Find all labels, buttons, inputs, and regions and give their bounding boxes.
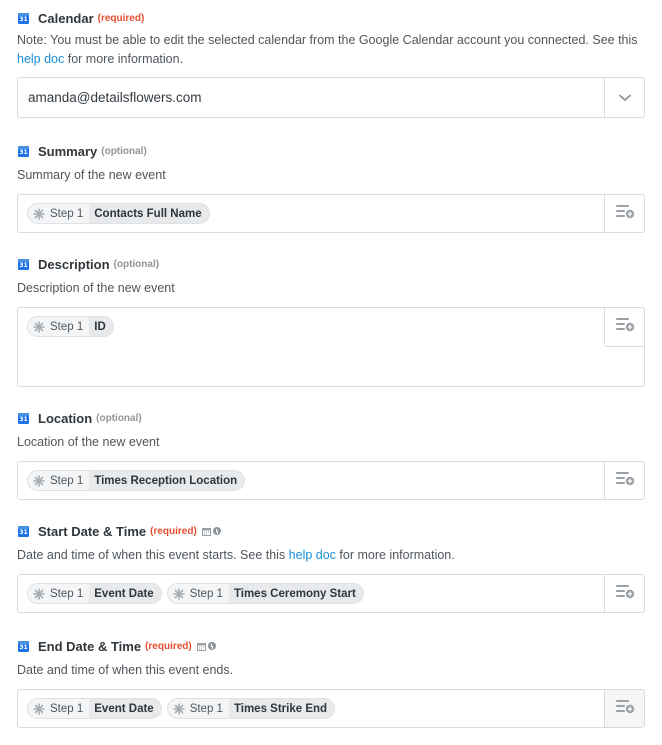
chevron-down-icon	[618, 94, 631, 101]
start-datetime-label: Start Date & Time	[38, 523, 147, 539]
calendar-field: 31 Calendar (required) Note: You must be…	[17, 9, 645, 118]
required-tag: (required)	[145, 640, 192, 652]
end-datetime-label: End Date & Time	[38, 638, 142, 654]
start-datetime-input-content[interactable]: Step 1 Event Date Step 1 Times Ceremony …	[18, 575, 604, 612]
gear-icon	[33, 702, 45, 715]
mapped-field-pill[interactable]: Step 1 Event Date	[27, 583, 162, 604]
insert-field-icon	[615, 472, 634, 486]
start-datetime-help-text: Date and time of when this event starts.…	[17, 548, 455, 562]
gear-icon	[172, 702, 185, 715]
mapped-field-pill[interactable]: Step 1 Times Ceremony Start	[166, 583, 364, 604]
optional-tag: (optional)	[96, 412, 142, 424]
location-label: Location	[38, 410, 93, 426]
insert-data-button[interactable]	[604, 575, 644, 612]
description-label: Description	[38, 256, 110, 272]
summary-input-content[interactable]: Step 1 Contacts Full Name	[18, 195, 604, 232]
required-tag: (required)	[150, 525, 197, 537]
gear-icon	[33, 587, 45, 600]
summary-input[interactable]: Step 1 Contacts Full Name	[17, 194, 645, 233]
insert-data-button[interactable]	[604, 195, 644, 232]
location-input-content[interactable]: Step 1 Times Reception Location	[18, 462, 604, 499]
insert-field-icon	[615, 205, 634, 219]
summary-help-text: Summary of the new event	[17, 168, 166, 182]
mapped-field-pill[interactable]: Step 1 ID	[27, 316, 114, 337]
insert-data-button[interactable]	[604, 690, 644, 727]
insert-field-icon	[615, 318, 634, 332]
google-calendar-icon: 31	[18, 640, 29, 652]
mapped-field-pill[interactable]: Step 1 Times Reception Location	[27, 470, 246, 491]
calendar-dropdown-button[interactable]	[604, 78, 644, 117]
end-datetime-help-text: Date and time of when this event ends.	[17, 663, 234, 677]
help-doc-link[interactable]: help doc	[289, 548, 336, 562]
google-calendar-icon: 31	[18, 258, 29, 270]
mapped-field-pill[interactable]: Step 1 Event Date	[27, 698, 162, 719]
description-textarea-content[interactable]: Step 1 ID	[18, 308, 604, 386]
calendar-label-row: 31 Calendar (required)	[17, 9, 645, 27]
location-help-text: Location of the new event	[17, 435, 160, 449]
insert-field-icon	[615, 700, 634, 714]
end-datetime-input[interactable]: Step 1 Event Date Step 1 Times Strike En…	[17, 689, 645, 728]
description-field: 31 Description (optional) Description of…	[17, 255, 645, 387]
insert-data-button[interactable]	[604, 462, 644, 499]
start-datetime-field: 31 Start Date & Time (required) Date and…	[17, 522, 645, 613]
insert-data-button[interactable]	[604, 308, 644, 347]
gear-icon	[33, 320, 45, 333]
google-calendar-icon: 31	[18, 525, 29, 537]
end-datetime-field: 31 End Date & Time (required) Date and t…	[17, 637, 645, 728]
calendar-select-value: amanda@detailsflowers.com	[28, 90, 202, 105]
insert-field-icon	[615, 585, 634, 599]
location-input[interactable]: Step 1 Times Reception Location	[17, 461, 645, 500]
calendar-icon	[196, 642, 206, 651]
required-tag: (required)	[97, 12, 145, 24]
gear-icon	[33, 207, 45, 220]
mapped-field-pill[interactable]: Step 1 Times Strike End	[166, 698, 336, 719]
description-help-text: Description of the new event	[17, 281, 175, 295]
calendar-label: Calendar	[38, 10, 94, 26]
gear-icon	[172, 587, 185, 600]
summary-field: 31 Summary (optional) Summary of the new…	[17, 142, 645, 233]
description-textarea[interactable]: Step 1 ID	[17, 307, 645, 387]
help-doc-link[interactable]: help doc	[17, 52, 64, 66]
location-field: 31 Location (optional) Location of the n…	[17, 409, 645, 500]
optional-tag: (optional)	[101, 145, 147, 157]
google-calendar-icon: 31	[18, 12, 29, 24]
calendar-help-text: Note: You must be able to edit the selec…	[17, 33, 638, 66]
gear-icon	[33, 474, 45, 487]
google-calendar-icon: 31	[18, 145, 29, 157]
start-datetime-input[interactable]: Step 1 Event Date Step 1 Times Ceremony …	[17, 574, 645, 613]
calendar-icon	[201, 527, 211, 536]
clock-icon	[212, 527, 221, 535]
google-calendar-icon: 31	[18, 412, 29, 424]
summary-label: Summary	[38, 143, 98, 159]
clock-icon	[207, 642, 216, 650]
end-datetime-input-content[interactable]: Step 1 Event Date Step 1 Times Strike En…	[18, 690, 604, 727]
optional-tag: (optional)	[113, 258, 160, 270]
mapped-field-pill[interactable]: Step 1 Contacts Full Name	[27, 203, 210, 224]
calendar-select[interactable]: amanda@detailsflowers.com	[17, 77, 645, 118]
